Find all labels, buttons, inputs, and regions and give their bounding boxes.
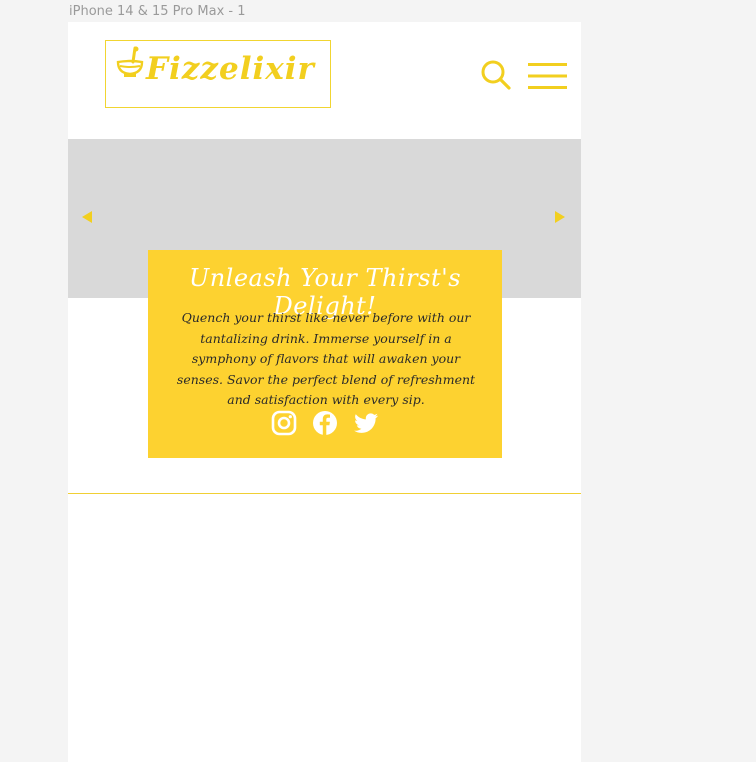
social-links bbox=[148, 410, 502, 436]
mortar-pestle-icon bbox=[116, 46, 144, 77]
logo-text: Fizzelixir bbox=[146, 51, 315, 87]
logo[interactable]: Fizzelixir bbox=[105, 40, 331, 108]
frame-label: iPhone 14 & 15 Pro Max - 1 bbox=[69, 4, 246, 19]
facebook-icon[interactable] bbox=[312, 410, 338, 436]
triangle-left-icon[interactable] bbox=[81, 210, 93, 224]
triangle-right-icon[interactable] bbox=[554, 210, 566, 224]
promo-card: Unleash Your Thirst's Delight! Quench yo… bbox=[148, 250, 502, 458]
phone-frame: Fizzelixir Unleash Your Thirst's Delight… bbox=[68, 22, 581, 762]
instagram-icon[interactable] bbox=[271, 410, 297, 436]
menu-button[interactable] bbox=[528, 61, 567, 91]
promo-description: Quench your thirst like never before wit… bbox=[176, 310, 476, 407]
section-divider bbox=[68, 493, 581, 494]
hamburger-menu-icon bbox=[528, 63, 567, 89]
search-icon bbox=[481, 60, 511, 90]
search-button[interactable] bbox=[480, 59, 512, 91]
twitter-icon[interactable] bbox=[353, 410, 379, 436]
